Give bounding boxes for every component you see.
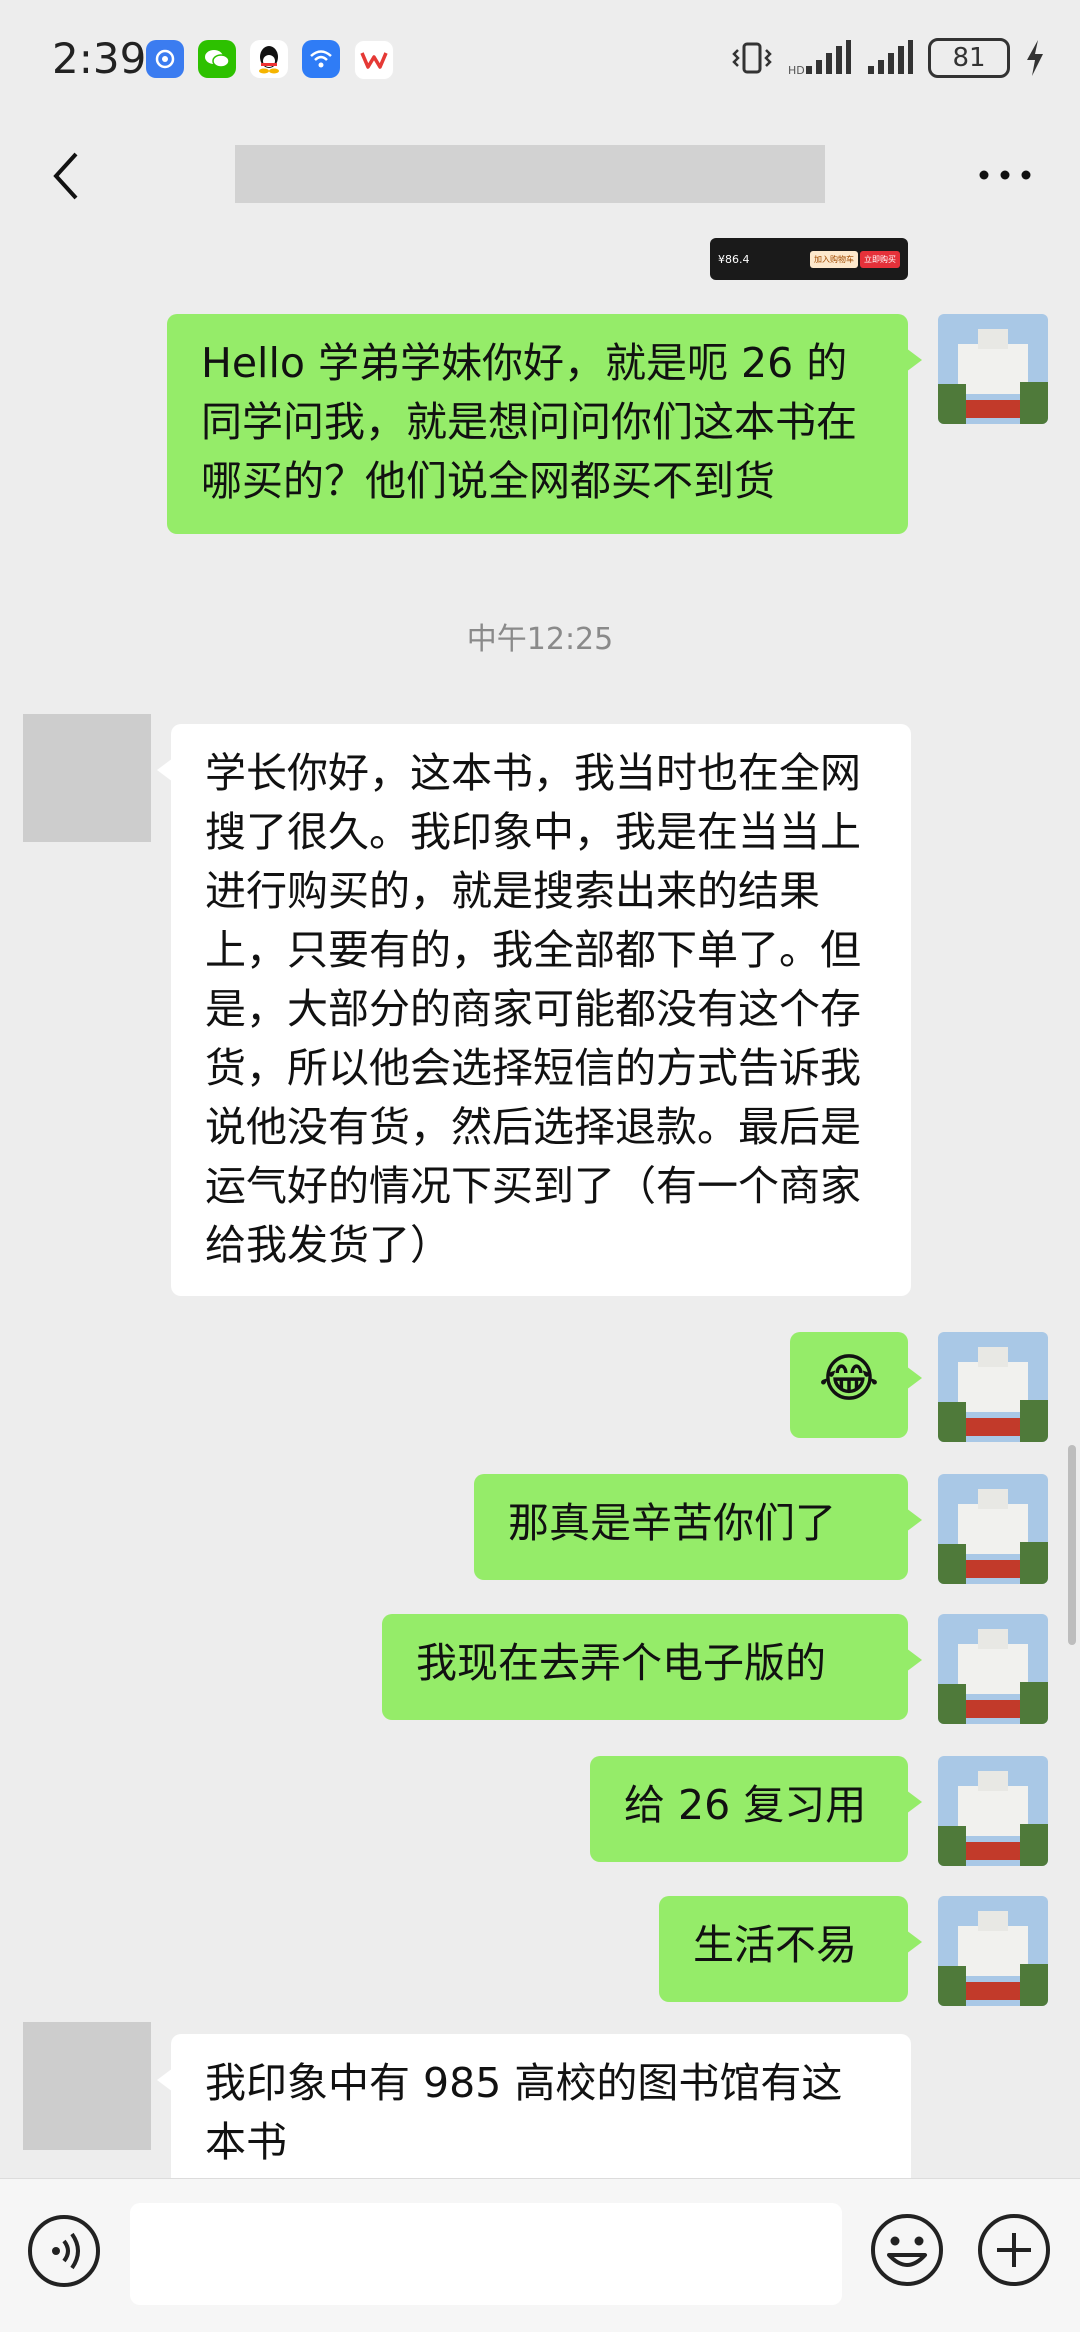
- message-text: 学长你好，这本书，我当时也在全网搜了很久。我印象中，我是在当当上进行购买的，就是…: [205, 749, 861, 1269]
- signal-icon-2: [868, 40, 913, 74]
- product-price: ¥86.4: [718, 252, 750, 266]
- chat-title: [235, 145, 825, 203]
- message-bubble-sent[interactable]: 😂: [790, 1332, 922, 1438]
- wifi-app-icon: [302, 40, 340, 78]
- message-bubble-sent[interactable]: 给 26 复习用: [590, 1756, 922, 1862]
- message-text: 我印象中有 985 高校的图书馆有这本书: [205, 2059, 843, 2166]
- voice-button[interactable]: [28, 2215, 100, 2287]
- avatar-self[interactable]: [938, 1756, 1048, 1866]
- svg-text:HD: HD: [788, 64, 805, 77]
- chat-header: [0, 130, 1080, 220]
- campus-photo-icon: [938, 1614, 1048, 1724]
- notification-icons: [146, 40, 394, 80]
- avatar-self[interactable]: [938, 314, 1048, 424]
- message-bubble-sent[interactable]: Hello 学弟学妹你好，就是呃 26 的同学问我，就是想问问你们这本书在哪买的…: [167, 314, 922, 534]
- wps-icon: [354, 40, 394, 80]
- avatar-contact[interactable]: [23, 2022, 151, 2150]
- vibrate-icon: [732, 42, 772, 74]
- avatar-self[interactable]: [938, 1614, 1048, 1724]
- charging-icon: [1027, 40, 1043, 76]
- campus-photo-icon: [938, 1332, 1048, 1442]
- message-timestamp: 中午12:25: [466, 622, 614, 657]
- plus-button[interactable]: [975, 2211, 1053, 2289]
- campus-photo-icon: [938, 1474, 1048, 1584]
- message-text: 我现在去弄个电子版的: [416, 1639, 826, 1687]
- battery-indicator: 81: [928, 38, 1010, 78]
- plus-icon: [978, 2214, 1050, 2286]
- status-time: 2:39: [52, 34, 147, 83]
- input-bar: [0, 2178, 1080, 2332]
- product-card-snippet[interactable]: ¥86.4 加入购物车 立即购买: [710, 238, 908, 280]
- more-button[interactable]: [970, 150, 1040, 200]
- add-cart-button[interactable]: 加入购物车: [810, 250, 858, 268]
- wechat-icon: [198, 40, 236, 78]
- ellipsis-icon: [979, 170, 1031, 180]
- avatar-contact[interactable]: [23, 714, 151, 842]
- laugh-cry-emoji-icon: 😂: [818, 1349, 880, 1409]
- message-bubble-sent[interactable]: 我现在去弄个电子版的: [382, 1614, 922, 1720]
- buy-now-button[interactable]: 立即购买: [860, 250, 900, 268]
- system-status: HD 81: [730, 38, 1046, 78]
- message-bubble-received[interactable]: 学长你好，这本书，我当时也在全网搜了很久。我印象中，我是在当当上进行购买的，就是…: [157, 724, 911, 1296]
- status-bar: 2:39 HD 81: [0, 0, 1080, 120]
- message-bubble-received[interactable]: 我印象中有 985 高校的图书馆有这本书: [157, 2034, 911, 2194]
- message-input[interactable]: [130, 2203, 842, 2305]
- message-text: Hello 学弟学妹你好，就是呃 26 的同学问我，就是想问问你们这本书在哪买的…: [201, 339, 857, 505]
- message-text: 给 26 复习用: [624, 1781, 867, 1829]
- avatar-self[interactable]: [938, 1332, 1048, 1442]
- find-icon: [146, 40, 184, 78]
- message-text: 生活不易: [693, 1921, 857, 1969]
- message-bubble-sent[interactable]: 那真是辛苦你们了: [474, 1474, 922, 1580]
- qq-icon: [250, 40, 288, 78]
- campus-photo-icon: [938, 1896, 1048, 2006]
- signal-icon: HD: [788, 40, 851, 77]
- campus-photo-icon: [938, 314, 1048, 424]
- voice-icon: [52, 2232, 80, 2270]
- avatar-self[interactable]: [938, 1474, 1048, 1584]
- message-text: 那真是辛苦你们了: [508, 1499, 836, 1547]
- avatar-self[interactable]: [938, 1896, 1048, 2006]
- scrollbar[interactable]: [1068, 1445, 1076, 1645]
- chevron-left-icon: [53, 152, 78, 200]
- campus-photo-icon: [938, 1756, 1048, 1866]
- message-bubble-sent[interactable]: 生活不易: [659, 1896, 922, 2002]
- emoji-button[interactable]: [868, 2211, 946, 2289]
- back-button[interactable]: [40, 146, 100, 206]
- smile-icon: [871, 2214, 943, 2286]
